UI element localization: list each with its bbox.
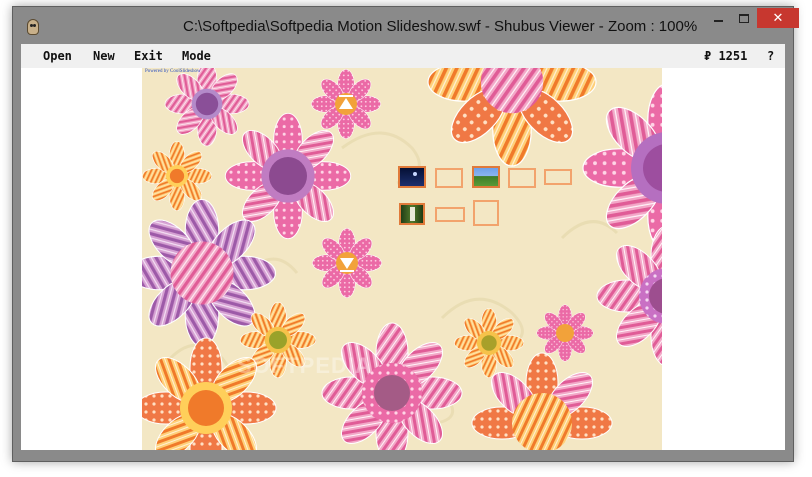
thumbnail-5[interactable] <box>544 169 572 185</box>
menu-open[interactable]: Open <box>43 49 72 63</box>
thumbnail-8[interactable] <box>473 200 499 226</box>
flower-m <box>427 68 597 167</box>
flower-i <box>321 322 463 450</box>
close-icon: ✕ <box>772 10 784 26</box>
flower-n <box>582 84 662 252</box>
frame-counter: ₽ 1251 <box>704 49 748 63</box>
menu-mode[interactable]: Mode <box>182 49 211 63</box>
app-window: C:\Softpedia\Softpedia Motion Slideshow.… <box>12 6 799 462</box>
maximize-icon <box>739 13 749 23</box>
menu-bar: Open New Exit Mode ₽ 1251 ? <box>21 44 785 68</box>
flash-stage[interactable]: Powered by CoolSlideshow SOFTPEDIA <box>142 68 662 450</box>
title-bar[interactable]: C:\Softpedia\Softpedia Motion Slideshow.… <box>13 7 799 45</box>
thumbnail-3[interactable] <box>472 166 500 188</box>
menu-new[interactable]: New <box>93 49 115 63</box>
help-menu[interactable]: ? <box>767 49 774 63</box>
minimize-icon <box>713 20 723 22</box>
window-title: C:\Softpedia\Softpedia Motion Slideshow.… <box>183 18 698 35</box>
thumbnail-6[interactable] <box>399 203 425 225</box>
maximize-button[interactable] <box>731 8 757 28</box>
client-area: Open New Exit Mode ₽ 1251 ? Powered by C… <box>21 44 785 450</box>
thumbnail-4[interactable] <box>508 168 536 188</box>
flower-o <box>596 226 662 366</box>
flower-j <box>454 308 524 378</box>
softpedia-watermark: SOFTPEDIA <box>237 353 372 378</box>
flower-background <box>142 68 662 450</box>
flower-a <box>164 68 250 147</box>
close-button[interactable]: ✕ <box>757 8 799 28</box>
flower-k <box>536 304 594 362</box>
minimize-button[interactable] <box>705 8 731 28</box>
powered-by-text[interactable]: Powered by CoolSlideshow <box>145 69 201 74</box>
thumbnail-2[interactable] <box>435 168 463 188</box>
thumbnail-7[interactable] <box>435 207 465 222</box>
thumbnail-1[interactable] <box>398 166 426 188</box>
menu-exit[interactable]: Exit <box>134 49 163 63</box>
